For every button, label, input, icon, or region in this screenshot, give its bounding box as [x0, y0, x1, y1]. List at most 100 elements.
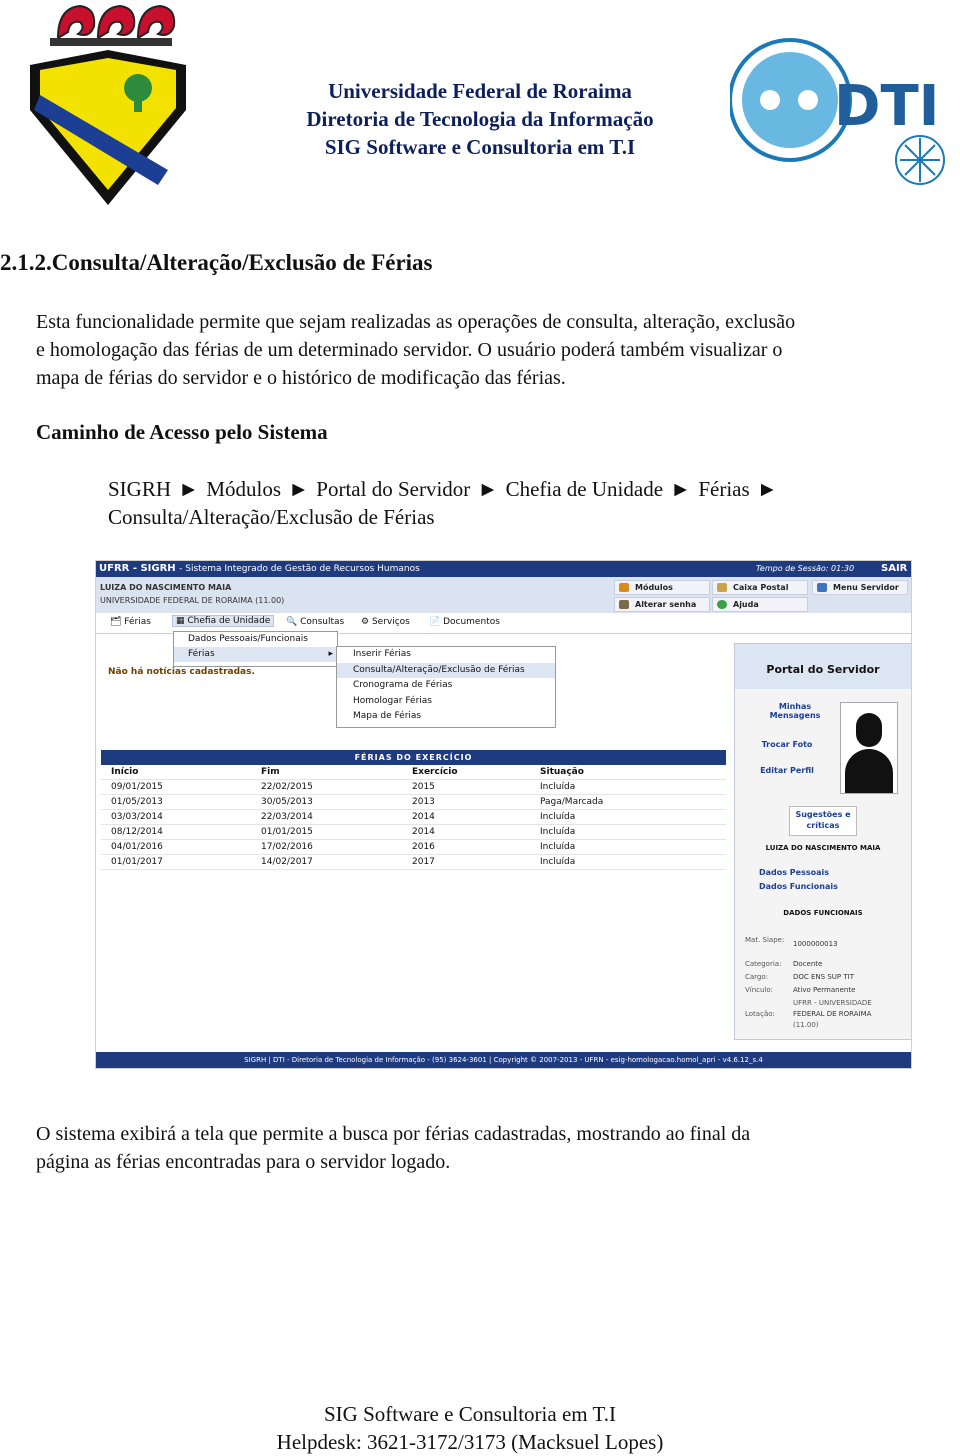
col-header: Fim: [261, 767, 280, 777]
modules-icon: [619, 583, 629, 592]
submenu-item[interactable]: Homologar Férias: [337, 694, 555, 710]
path-separator: ►: [756, 477, 778, 501]
path-separator: ►: [670, 477, 692, 501]
categoria-value: Docente: [793, 960, 823, 968]
path-step: SIGRH: [108, 477, 172, 501]
university-crest-logo: [30, 4, 186, 205]
dados-funcionais-link[interactable]: Dados Funcionais: [759, 882, 838, 891]
modulos-button[interactable]: Módulos: [614, 580, 710, 595]
menu-servidor-button[interactable]: Menu Servidor: [812, 580, 908, 595]
path-separator: ►: [288, 477, 310, 501]
cell: 14/02/2017: [261, 857, 313, 867]
footer-company: SIG Software e Consultoria em T.I: [323, 1402, 616, 1426]
cell: 2013: [412, 797, 435, 807]
submenu-item[interactable]: Inserir Férias: [337, 647, 555, 663]
table-row[interactable]: 09/01/2015 22/02/2015 2015 Incluída: [101, 780, 726, 795]
lotacao-label-text: Lotação:: [745, 1010, 775, 1018]
exit-link[interactable]: SAIR: [881, 563, 907, 574]
header-directorate: Diretoria de Tecnologia da Informação: [306, 107, 654, 131]
submenu-item[interactable]: Cronograma de Férias: [337, 678, 555, 694]
cell: Incluída: [540, 857, 576, 867]
cell: Incluída: [540, 827, 576, 837]
sigrh-screenshot: UFRR - SIGRH - Sistema Integrado de Gest…: [95, 560, 912, 1069]
cell: Incluída: [540, 782, 576, 792]
caixa-postal-button[interactable]: Caixa Postal: [712, 580, 808, 595]
help-icon: [717, 600, 727, 609]
sigrh-footer: SIGRH | DTI - Diretoria de Tecnologia de…: [96, 1052, 911, 1068]
menu-consultas[interactable]: 🔍 Consultas: [286, 617, 344, 627]
table-row[interactable]: 03/03/2014 22/03/2014 2014 Incluída: [101, 810, 726, 825]
key-icon: [619, 600, 629, 609]
menu-ferias-label: Férias: [124, 617, 151, 627]
dropdown-item-label: Férias: [188, 649, 215, 659]
sigrh-title: UFRR - SIGRH - Sistema Integrado de Gest…: [99, 563, 420, 574]
menu-chefia-label: Chefia de Unidade: [187, 616, 271, 626]
col-header: Exercício: [412, 767, 458, 777]
user-unit: UNIVERSIDADE FEDERAL DE RORAIMA (11.00): [100, 596, 285, 605]
table-row[interactable]: 01/01/2017 14/02/2017 2017 Incluída: [101, 855, 726, 870]
categoria-label: Categoria: Docente: [745, 960, 822, 968]
dropdown-item[interactable]: Dados Pessoais/Funcionais: [174, 632, 337, 647]
avatar: [840, 702, 898, 794]
dados-pessoais-link[interactable]: Dados Pessoais: [759, 868, 829, 877]
trocar-foto-link[interactable]: Trocar Foto: [747, 740, 827, 749]
cell: 01/05/2013: [111, 797, 163, 807]
table-row[interactable]: 04/01/2016 17/02/2016 2016 Incluída: [101, 840, 726, 855]
submenu-item[interactable]: Mapa de Férias: [337, 709, 555, 725]
cell: 22/03/2014: [261, 812, 313, 822]
mat-label-text: Mat. Siape:: [745, 936, 785, 944]
sugestoes-button[interactable]: Sugestões e críticas: [789, 806, 857, 836]
path-step: Férias: [698, 477, 750, 501]
vinculo-label: Vínculo: Ativo Permanente: [745, 986, 855, 994]
table-row[interactable]: 08/12/2014 01/01/2015 2014 Incluída: [101, 825, 726, 840]
path-step: Portal do Servidor: [316, 477, 471, 501]
intro-line-2: e homologação das férias de um determina…: [36, 339, 783, 361]
editar-perfil-link[interactable]: Editar Perfil: [747, 766, 827, 775]
menu-documentos[interactable]: 📄 Documentos: [429, 617, 500, 627]
alterar-senha-label: Alterar senha: [635, 600, 697, 609]
submenu-arrow-icon: ▸: [328, 649, 333, 659]
table-header-row: Início Fim Exercício Situação: [101, 765, 726, 780]
cell: 2015: [412, 782, 435, 792]
cell: 08/12/2014: [111, 827, 163, 837]
intro-line-3: mapa de férias do servidor e o histórico…: [36, 367, 566, 389]
news-message: Não há notícias cadastradas.: [108, 667, 255, 677]
dropdown-item-ferias[interactable]: Férias ▸: [174, 647, 337, 662]
menu-servicos-label: Serviços: [371, 617, 410, 627]
vinculo-label-text: Vínculo:: [745, 986, 774, 994]
mail-icon: [717, 583, 727, 592]
menu-chefia[interactable]: ▦ Chefia de Unidade: [172, 615, 275, 627]
portal-title: Portal do Servidor: [735, 644, 911, 689]
cell: 22/02/2015: [261, 782, 313, 792]
cell: 30/05/2013: [261, 797, 313, 807]
lotacao-value-3: (11.00): [793, 1021, 819, 1029]
path-separator: ►: [178, 477, 200, 501]
table-row[interactable]: 01/05/2013 30/05/2013 2013 Paga/Marcada: [101, 795, 726, 810]
dados-funcionais-heading: DADOS FUNCIONAIS: [783, 909, 863, 917]
chefia-dropdown: Dados Pessoais/Funcionais Férias ▸: [173, 631, 338, 667]
avatar-head: [856, 713, 882, 747]
menu-ferias[interactable]: 🗂 Férias: [110, 617, 151, 627]
ajuda-label: Ajuda: [733, 600, 759, 609]
cargo-value: DOC ENS SUP TIT: [793, 973, 854, 981]
access-path-heading: Caminho de Acesso pelo Sistema: [36, 420, 328, 444]
table-caption: FÉRIAS DO EXERCÍCIO: [101, 750, 726, 765]
avatar-body: [845, 749, 893, 793]
col-header: Início: [111, 767, 139, 777]
modulos-label: Módulos: [635, 583, 673, 592]
cell: 2014: [412, 812, 435, 822]
header-university: Universidade Federal de Roraima: [328, 79, 632, 103]
ferias-submenu: Inserir Férias Consulta/Alteração/Exclus…: [336, 646, 556, 728]
cell: 03/03/2014: [111, 812, 163, 822]
vinculo-value: Ativo Permanente: [793, 986, 856, 994]
categoria-label-text: Categoria:: [745, 960, 782, 968]
ajuda-button[interactable]: Ajuda: [712, 597, 808, 612]
minhas-mensagens-link[interactable]: Minhas Mensagens: [755, 702, 835, 720]
alterar-senha-button[interactable]: Alterar senha: [614, 597, 710, 612]
menu-servicos[interactable]: ⚙ Serviços: [361, 617, 410, 627]
path-separator: ►: [477, 477, 499, 501]
portal-panel: Portal do Servidor Minhas Mensagens Troc…: [734, 643, 911, 1040]
cell: 01/01/2015: [261, 827, 313, 837]
cell: Paga/Marcada: [540, 797, 604, 807]
submenu-item-selected[interactable]: Consulta/Alteração/Exclusão de Férias: [337, 662, 555, 678]
